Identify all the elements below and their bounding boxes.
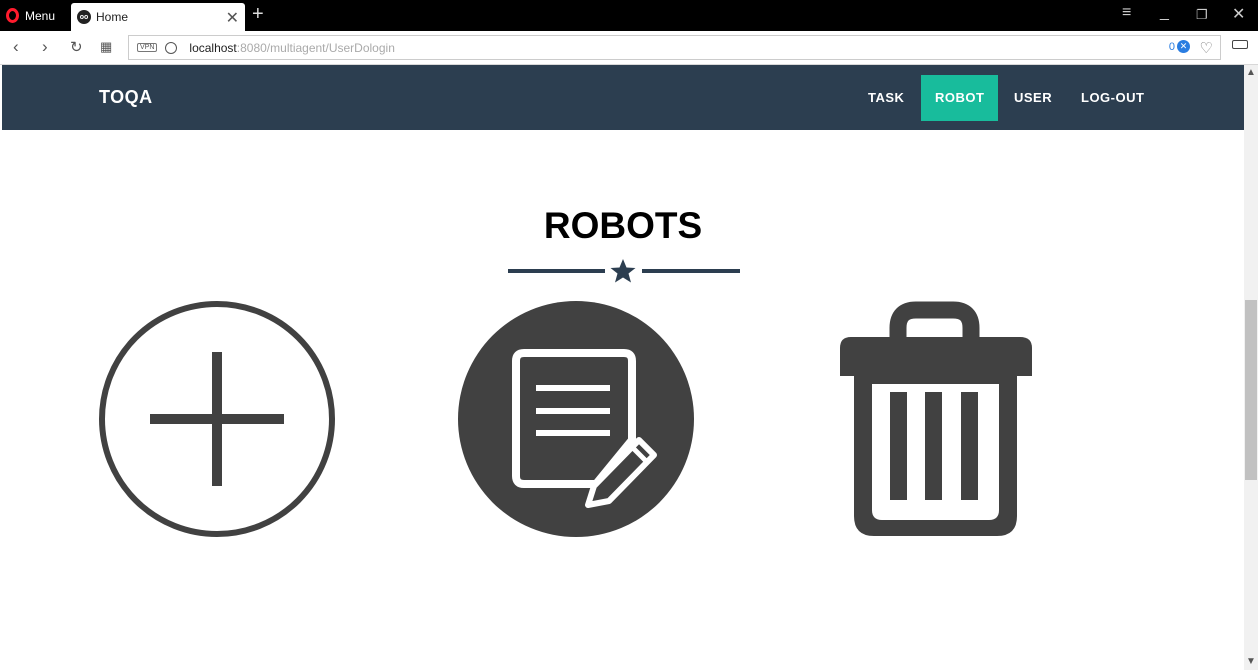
- scroll-down-icon[interactable]: ▼: [1246, 656, 1256, 667]
- easy-setup-icon[interactable]: ≡: [1122, 4, 1131, 22]
- nav-user[interactable]: USER: [1000, 75, 1066, 121]
- nav-task[interactable]: TASK: [854, 75, 918, 121]
- opera-logo-icon: [6, 8, 19, 23]
- star-icon: [610, 259, 636, 283]
- vpn-badge[interactable]: VPN: [137, 43, 158, 52]
- edit-document-icon[interactable]: [456, 300, 696, 540]
- site-navbar: TOQA TASK ROBOT USER LOG-OUT: [2, 65, 1244, 130]
- speed-dial-icon[interactable]: ▦: [100, 39, 112, 55]
- new-tab-icon[interactable]: +: [252, 3, 264, 26]
- forward-icon[interactable]: ›: [42, 37, 48, 57]
- browser-titlebar: Menu oo Home ✕ + ≡ _ ❐ ✕: [0, 0, 1258, 31]
- page-title: ROBOTS: [543, 205, 703, 246]
- adblock-count: 0: [1168, 40, 1175, 53]
- tab-favicon-icon: oo: [77, 10, 91, 24]
- browser-tab[interactable]: oo Home ✕: [71, 3, 245, 31]
- reload-icon[interactable]: ↻: [70, 38, 83, 56]
- browser-address-bar: ‹ › ↻ ▦ VPN localhost:8080/multiagent/Us…: [0, 31, 1258, 65]
- adblock-icon: ✕: [1177, 40, 1190, 53]
- trash-icon[interactable]: [834, 300, 1036, 540]
- restore-icon[interactable]: ❐: [1196, 7, 1208, 23]
- heart-icon[interactable]: ♡: [1200, 39, 1213, 57]
- tab-title: Home: [96, 10, 129, 24]
- minimize-icon[interactable]: _: [1160, 4, 1169, 22]
- back-icon[interactable]: ‹: [13, 37, 19, 57]
- add-circle-icon[interactable]: [97, 300, 337, 540]
- battery-icon[interactable]: [1232, 40, 1248, 49]
- menu-label: Menu: [25, 8, 56, 23]
- brand-logo[interactable]: TOQA: [99, 87, 153, 108]
- globe-icon[interactable]: [165, 41, 178, 54]
- opera-menu-button[interactable]: Menu: [6, 5, 55, 26]
- url-path: :8080/multiagent/UserDologin: [236, 40, 395, 55]
- url-input[interactable]: VPN localhost:8080/multiagent/UserDologi…: [128, 35, 1221, 60]
- tab-close-icon[interactable]: ✕: [226, 8, 239, 28]
- url-host: localhost: [189, 40, 237, 55]
- scroll-up-icon[interactable]: ▲: [1246, 67, 1256, 78]
- window-close-icon[interactable]: ✕: [1232, 4, 1245, 24]
- nav-logout[interactable]: LOG-OUT: [1067, 75, 1158, 121]
- nav-robot[interactable]: ROBOT: [921, 75, 999, 121]
- scrollbar-thumb[interactable]: [1245, 300, 1257, 480]
- adblock-indicator[interactable]: 0 ✕: [1169, 40, 1190, 53]
- title-divider: [508, 259, 740, 283]
